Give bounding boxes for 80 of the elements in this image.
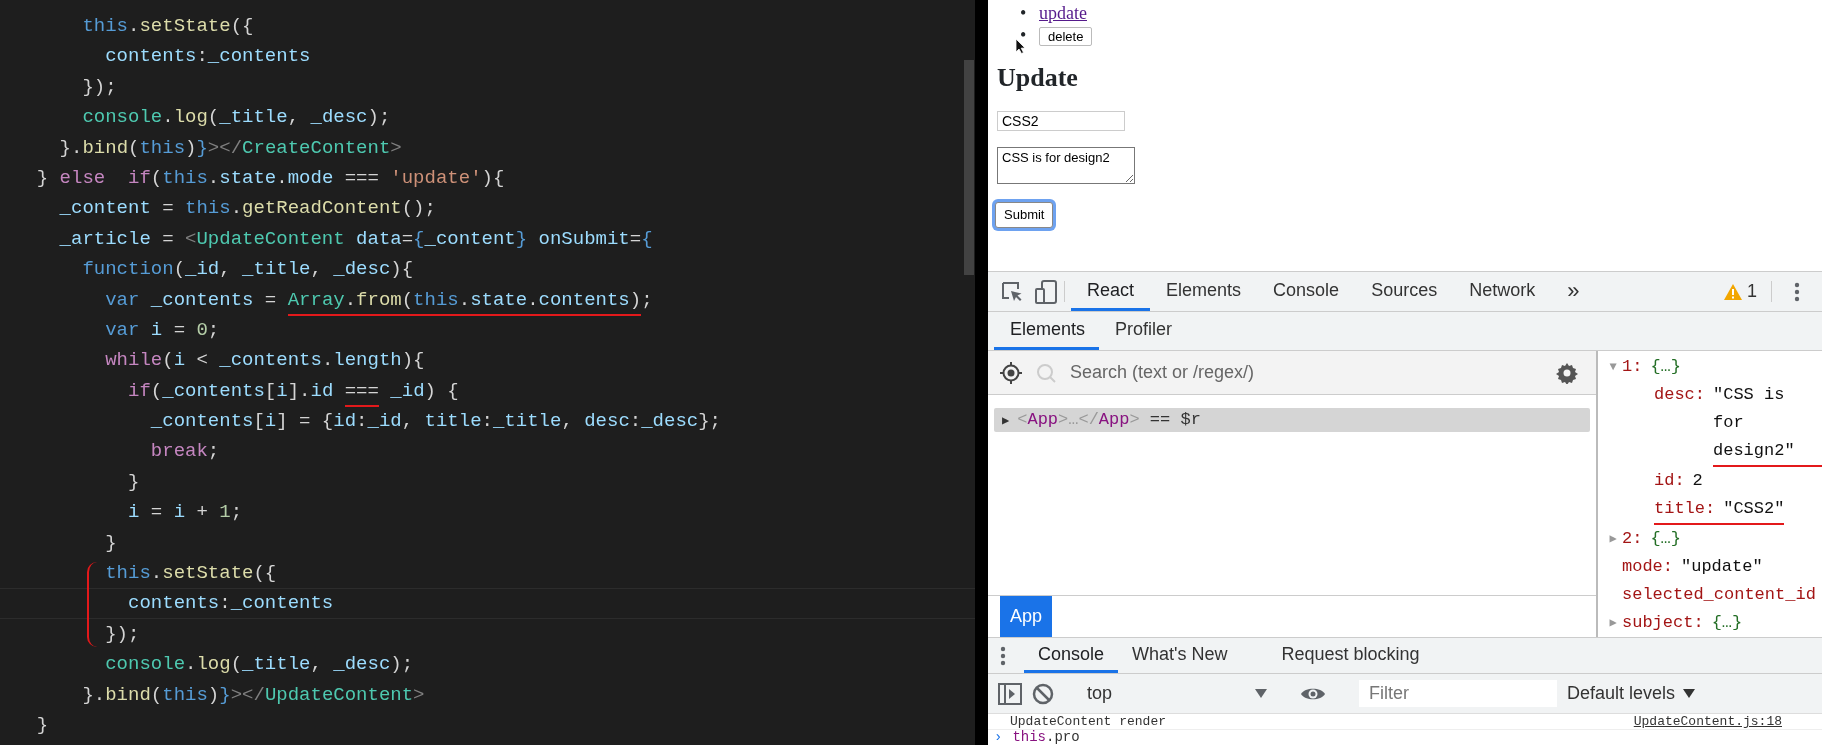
code-line: _content = this.getReadContent();: [58, 196, 436, 222]
bullet: •: [1020, 2, 1028, 24]
code-line: contents:_contents: [127, 591, 334, 617]
more-options-icon[interactable]: [1000, 645, 1006, 666]
code-line: if(_contents[i].id === _id) {: [14, 375, 459, 407]
warning-icon: [1723, 282, 1743, 301]
prop-key: title:: [1654, 495, 1724, 525]
code-line: console.log(_title, _desc);: [81, 105, 391, 131]
code-line: var _contents = Array.from(this.state.contents);: [14, 284, 653, 315]
devtools-tab[interactable]: Elements: [1150, 272, 1258, 311]
prop-value: {…}: [1650, 356, 1681, 378]
submit-button[interactable]: Submit: [995, 202, 1054, 228]
prop-value: {…}: [1650, 528, 1681, 550]
search-field[interactable]: Search (text or /regex/): [1070, 359, 1542, 386]
code-line: i = i + 1;: [127, 500, 243, 526]
console-message: UpdateContent render: [1010, 715, 1167, 729]
code-line: console.log(_title, _desc);: [104, 652, 414, 678]
search-icon: [1036, 362, 1056, 383]
delete-button[interactable]: delete: [1039, 27, 1093, 46]
search-bar[interactable]: Search (text or /regex/): [988, 351, 1596, 395]
caret-icon: [1255, 689, 1267, 698]
description-textarea[interactable]: CSS is for design2: [997, 147, 1135, 185]
device-icon[interactable]: [1034, 278, 1058, 305]
more-tabs-button[interactable]: »: [1551, 272, 1596, 311]
source-link[interactable]: UpdateContent.js:18: [1633, 715, 1782, 729]
prop-key: 2:: [1622, 525, 1651, 553]
code-line: });: [104, 621, 140, 647]
warning-count[interactable]: 1: [1747, 278, 1757, 305]
levels-dropdown[interactable]: Default levels: [1567, 680, 1696, 707]
settings-icon[interactable]: [1556, 361, 1578, 384]
drawer-tab[interactable]: Request blocking: [1267, 638, 1434, 673]
prop-value: "CSS is for design2": [1713, 381, 1822, 467]
breadcrumb[interactable]: App: [1000, 596, 1053, 637]
code-line: }.bind(this)}></CreateContent>: [58, 135, 402, 161]
more-options-icon[interactable]: [1794, 281, 1800, 302]
prop-key: mode:: [1622, 553, 1681, 581]
code-line: contents:_contents: [104, 44, 311, 70]
drawer-tab[interactable]: What's New: [1118, 638, 1242, 673]
code-line: } else if(this.state.mode === 'update'){: [35, 165, 505, 191]
devtools-tab[interactable]: Network: [1453, 272, 1552, 311]
code-line: break;: [149, 439, 220, 465]
prop-value: 2: [1692, 470, 1703, 492]
prop-key: desc:: [1654, 381, 1713, 467]
react-subtab[interactable]: Profiler: [1099, 312, 1187, 350]
prop-value: "CSS2": [1723, 495, 1785, 525]
component-tree-row[interactable]: ▶ <App>…</App> == $r: [994, 408, 1590, 432]
sidebar-icon[interactable]: [998, 682, 1022, 705]
prop-key: 1:: [1622, 353, 1651, 381]
code-line: this.setState({: [104, 561, 277, 587]
inspect-icon[interactable]: [1000, 279, 1024, 304]
context-select[interactable]: top: [1087, 680, 1267, 707]
prop-value: {…}: [1711, 612, 1743, 634]
code-line: function(_id, _title, _desc){: [81, 257, 414, 283]
code-line: }: [104, 530, 117, 556]
target-icon[interactable]: [1000, 361, 1022, 384]
caret-icon: [1683, 689, 1696, 698]
code-line: _article = <UpdateContent data={_content} onSubmit={: [58, 226, 653, 252]
code-line: });: [81, 74, 117, 100]
code-line: while(i < _contents.length){: [104, 348, 425, 374]
bullet: •: [1020, 24, 1028, 46]
code-line: this.setState({: [81, 14, 254, 39]
block-icon[interactable]: [1032, 682, 1054, 705]
code-line: }: [127, 469, 140, 495]
code-line: _contents[i] = {id:_id, title:_title, desc:_desc};: [149, 409, 722, 435]
update-link[interactable]: update: [1039, 3, 1087, 23]
page-heading: Update: [997, 62, 1079, 94]
filter-field[interactable]: Filter: [1359, 680, 1557, 707]
devtools-tab[interactable]: Console: [1257, 272, 1356, 311]
prop-key: selected_content_id: [1622, 581, 1822, 609]
code-line: }.bind(this)}></UpdateContent>: [81, 682, 425, 708]
code-line: var i = 0;: [104, 317, 220, 343]
title-input[interactable]: CSS2: [997, 111, 1125, 132]
cursor-icon: [1015, 38, 1026, 54]
code-line: }: [35, 713, 49, 738]
prop-value: "update": [1681, 556, 1763, 578]
console-input[interactable]: › this.pro: [988, 730, 1822, 745]
prop-key: id:: [1654, 467, 1693, 495]
prop-key: subject:: [1622, 609, 1712, 637]
scrollbar-thumb[interactable]: [964, 60, 974, 275]
devtools-tab[interactable]: Sources: [1355, 272, 1454, 311]
